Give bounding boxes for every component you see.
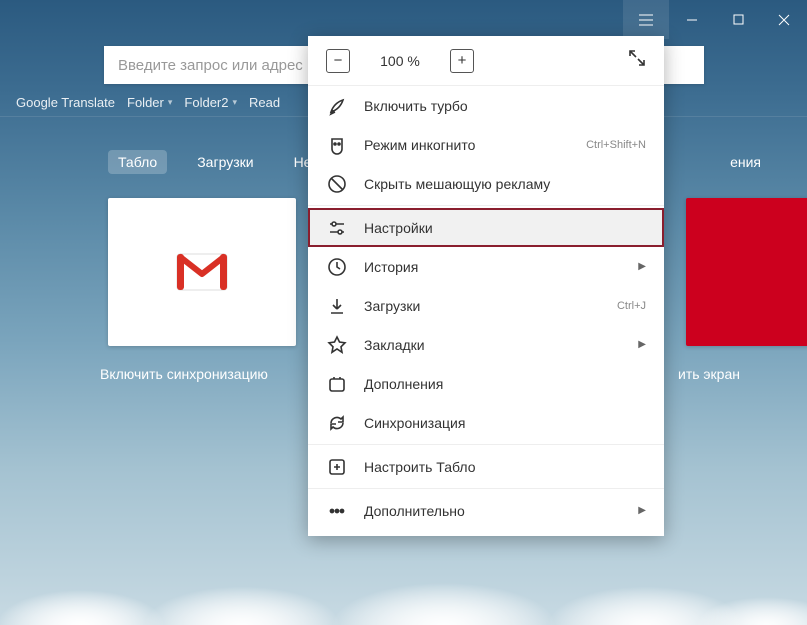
menu-addons[interactable]: Дополнения [308, 364, 664, 403]
bookmark-folder[interactable]: Folder ▾ [123, 93, 176, 112]
incognito-icon [326, 134, 348, 156]
add-tile-icon [326, 456, 348, 478]
tab-downloads[interactable]: Загрузки [187, 150, 263, 174]
tile-red[interactable] [686, 198, 807, 346]
menu-history[interactable]: История ▶ [308, 247, 664, 286]
menu-separator [308, 488, 664, 489]
tile-gmail[interactable] [108, 198, 296, 346]
tab-tablo[interactable]: Табло [108, 150, 167, 174]
hotkey-hint: Ctrl+Shift+N [586, 139, 646, 151]
zoom-in-button[interactable]: + [450, 49, 474, 73]
address-placeholder: Введите запрос или адрес [118, 57, 303, 74]
zoom-value: 100 % [372, 53, 428, 69]
submenu-arrow-icon: ▶ [638, 505, 646, 516]
menu-downloads[interactable]: Загрузки Ctrl+J [308, 286, 664, 325]
bookmark-item[interactable]: Google Translate [12, 93, 119, 112]
menu-more[interactable]: Дополнительно ▶ [308, 491, 664, 530]
zoom-row: − 100 % + [308, 36, 664, 86]
window-maximize-button[interactable] [715, 0, 761, 39]
addons-icon [326, 373, 348, 395]
tab-extensions-partial[interactable]: ения [720, 150, 771, 174]
browser-menu-popup: − 100 % + Включить турбо Режим инкогнито… [308, 36, 664, 536]
block-icon [326, 173, 348, 195]
rocket-icon [326, 95, 348, 117]
menu-settings[interactable]: Настройки [308, 208, 664, 247]
bookmark-item[interactable]: Read [245, 93, 284, 112]
chevron-down-icon: ▾ [232, 97, 237, 108]
fullscreen-button[interactable] [628, 49, 646, 72]
star-icon [326, 334, 348, 356]
hamburger-menu-button[interactable] [623, 0, 669, 39]
sync-icon [326, 412, 348, 434]
submenu-arrow-icon: ▶ [638, 339, 646, 350]
caption-sync[interactable]: Включить синхронизацию [100, 366, 268, 382]
submenu-arrow-icon: ▶ [638, 261, 646, 272]
hotkey-hint: Ctrl+J [617, 300, 646, 312]
sliders-icon [326, 217, 348, 239]
menu-separator [308, 444, 664, 445]
caption-screen-partial[interactable]: ить экран [678, 366, 740, 382]
history-icon [326, 256, 348, 278]
window-close-button[interactable] [761, 0, 807, 39]
window-titlebar [0, 0, 807, 39]
bookmark-folder[interactable]: Folder2 ▾ [180, 93, 241, 112]
menu-bookmarks[interactable]: Закладки ▶ [308, 325, 664, 364]
zoom-out-button[interactable]: − [326, 49, 350, 73]
menu-incognito[interactable]: Режим инкогнито Ctrl+Shift+N [308, 125, 664, 164]
window-minimize-button[interactable] [669, 0, 715, 39]
gmail-icon [175, 252, 229, 292]
menu-hide-ads[interactable]: Скрыть мешающую рекламу [308, 164, 664, 203]
menu-configure-tablo[interactable]: Настроить Табло [308, 447, 664, 486]
menu-sync[interactable]: Синхронизация [308, 403, 664, 442]
menu-turbo[interactable]: Включить турбо [308, 86, 664, 125]
chevron-down-icon: ▾ [168, 97, 173, 108]
menu-separator [308, 205, 664, 206]
download-icon [326, 295, 348, 317]
more-icon [326, 500, 348, 522]
